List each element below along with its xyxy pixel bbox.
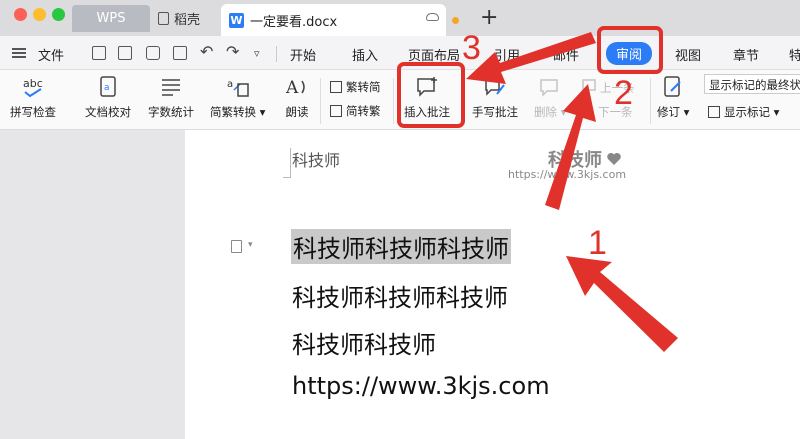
paragraph-handle-icon[interactable] [231,240,242,253]
markup-view-select[interactable]: 显示标记的最终状态 [704,74,800,94]
body-text-line[interactable]: 科技师科技师 [292,325,436,360]
redo-icon[interactable]: ↷ [226,42,239,61]
page-header-text[interactable]: 科技师 [292,147,340,171]
cloud-icon[interactable] [426,13,439,21]
show-markup-icon [708,106,720,118]
svg-text:A: A [285,78,299,98]
quick-access-dropdown-icon[interactable]: ▿ [254,47,260,60]
to-simplified-label: 繁转简 [346,80,381,94]
zoom-window-button[interactable] [52,8,65,21]
tab-references[interactable]: 引用 [494,45,520,64]
hamburger-menu-icon[interactable] [12,48,26,58]
to-simplified-button[interactable]: 繁转简 [330,79,381,95]
svg-text:a: a [227,79,233,90]
menu-divider [276,46,277,62]
ribbon-divider [320,78,321,124]
handwrite-comment-button[interactable]: 手写批注 [472,76,518,120]
track-changes-label: 修订 ▾ [657,105,690,119]
save-icon[interactable] [92,46,106,60]
delete-comment-label: 删除 ▾ [534,105,567,119]
highlight-box-insert-comment [397,62,465,128]
word-count-button[interactable]: 字数统计 [148,76,194,120]
handwrite-comment-label: 手写批注 [472,105,518,119]
tab-document-label: 一定要看.docx [250,14,338,30]
tab-daoke-label: 稻壳 [174,13,201,28]
tab-view[interactable]: 视图 [675,45,701,64]
trad-simp-convert-button[interactable]: a 简繁转换 ▾ [210,76,265,120]
read-aloud-label: 朗读 [285,105,309,119]
read-aloud-button[interactable]: A 朗读 [285,76,309,120]
trad-simp-convert-label: 简繁转换 ▾ [210,105,266,119]
menu-file[interactable]: 文件 [38,45,64,64]
delete-comment-button[interactable]: 删除 ▾ [534,76,566,120]
export-icon[interactable] [118,46,132,60]
paragraph-handle-caret-icon[interactable]: ▾ [248,240,253,250]
undo-icon[interactable]: ↶ [200,42,213,61]
show-markup-label: 显示标记 ▾ [724,105,780,119]
track-changes-icon [661,76,685,98]
svg-text:a: a [104,83,110,93]
track-changes-button[interactable]: 修订 ▾ [657,76,689,120]
close-window-button[interactable] [14,8,27,21]
step-number-3: 3 [462,29,481,67]
highlight-box-review-tab [597,26,663,74]
step-number-2: 2 [614,74,633,112]
read-aloud-icon: A [285,76,309,98]
tab-wps-label: WPS [96,11,126,26]
title-bar: WPS 稻壳 W 一定要看.docx + [0,0,800,36]
body-text-line[interactable]: 科技师科技师科技师 [292,278,508,313]
document-proof-button[interactable]: a 文档校对 [85,76,131,120]
watermark-url: https://www.3kjs.com [508,168,627,181]
word-count-icon [159,76,183,98]
tab-document[interactable]: W 一定要看.docx [221,4,446,36]
ribbon-divider [650,78,651,124]
word-doc-icon: W [229,12,244,28]
svg-text:abc: abc [23,77,43,90]
print-preview-icon[interactable] [173,46,187,60]
tab-chapter[interactable]: 章节 [733,45,759,64]
spell-check-button[interactable]: abc 拼写检查 [10,76,56,120]
tab-home[interactable]: 开始 [290,45,316,64]
ribbon-divider [393,78,394,124]
tab-insert[interactable]: 插入 [352,45,378,64]
document-proof-label: 文档校对 [85,105,131,119]
show-markup-button[interactable]: 显示标记 ▾ [708,104,779,120]
tab-special[interactable]: 特 [789,45,800,64]
unsaved-dot-icon [452,17,459,24]
minimize-window-button[interactable] [33,8,46,21]
to-traditional-label: 简转繁 [346,104,381,118]
print-icon[interactable] [146,46,160,60]
spell-check-label: 拼写检查 [10,105,56,119]
selected-text-line[interactable]: 科技师科技师科技师 [291,229,511,264]
header-margin-marker [283,148,291,178]
to-traditional-button[interactable]: 简转繁 [330,103,381,119]
convert-icon: a [226,76,250,98]
spell-check-icon: abc [21,76,45,98]
document-proof-icon: a [96,76,120,98]
body-text-url-line[interactable]: https://www.3kjs.com [292,372,550,400]
step-number-1: 1 [588,224,607,262]
tab-daoke[interactable]: 稻壳 [152,5,222,32]
to-traditional-icon [330,105,342,117]
tab-wps[interactable]: WPS [72,5,150,32]
word-count-label: 字数统计 [148,105,194,119]
delete-comment-icon [538,76,562,98]
handwrite-comment-icon [483,76,507,98]
heart-icon [607,153,621,165]
new-tab-plus-icon[interactable]: + [480,5,498,30]
daoke-icon [158,12,169,25]
to-simplified-icon [330,81,342,93]
tab-mailings[interactable]: 邮件 [553,45,579,64]
